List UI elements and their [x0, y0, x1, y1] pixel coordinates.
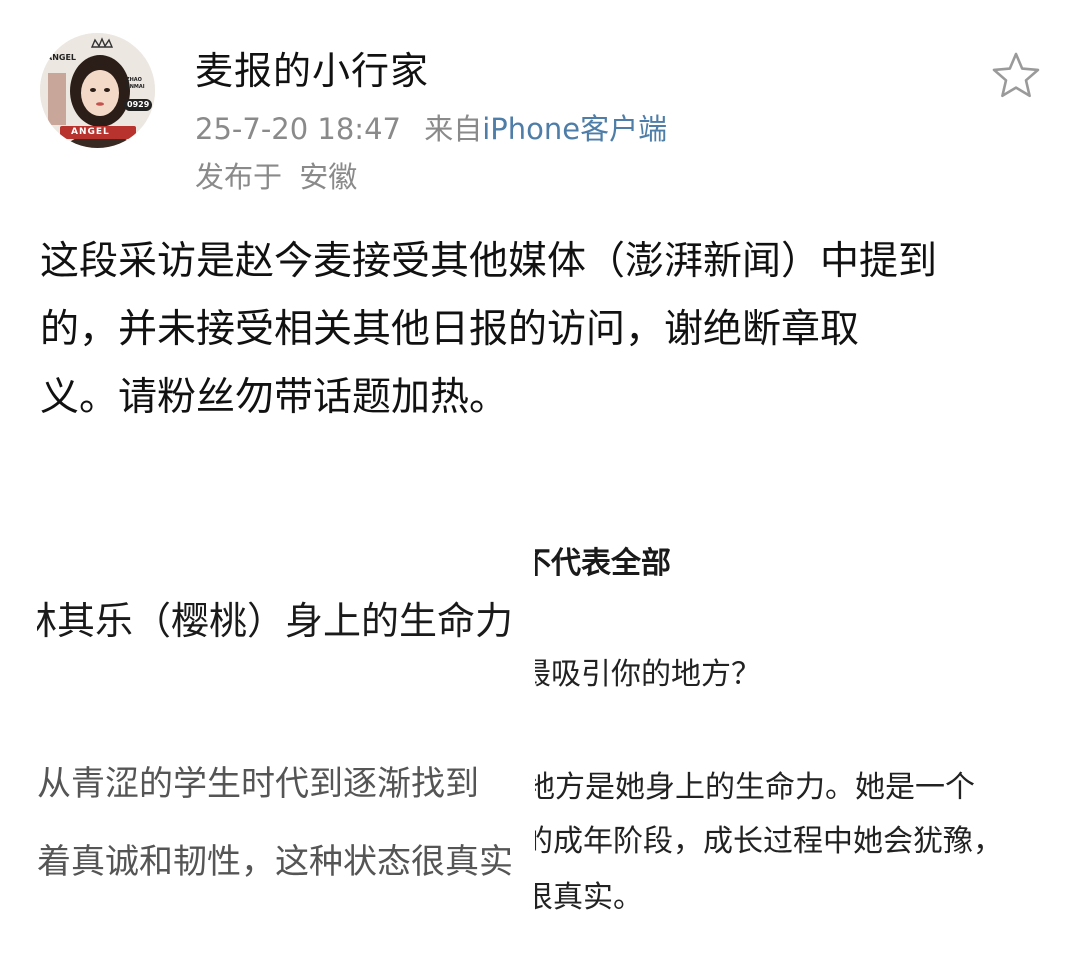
- author-name[interactable]: 麦报的小行家: [195, 46, 429, 96]
- avatar-top-text: ANGEL: [46, 53, 77, 62]
- post-text-line: 这段采访是赵今麦接受其他媒体（澎湃新闻）中提到: [40, 239, 938, 284]
- attached-image[interactable]: 林其乐（樱桃）身上的生命力 从青涩的学生时代到逐渐找到 着真诚和韧性，这种状态很…: [0, 500, 1080, 961]
- post-text-line: 义。请粉丝勿带话题加热。: [40, 375, 509, 420]
- right-text-line: 的成年阶段，成长过程中她会犹豫，: [535, 824, 1003, 859]
- post-text-line: 的，并未接受相关其他日报的访问，谢绝断章取: [40, 307, 860, 352]
- post-timestamp: 25-7-20 18:47: [195, 112, 401, 146]
- screenshot-left: 林其乐（樱桃）身上的生命力 从青涩的学生时代到逐渐找到 着真诚和韧性，这种状态很…: [37, 500, 535, 961]
- location-label: 发布于: [195, 160, 283, 194]
- location-value: 安徽: [299, 160, 358, 194]
- left-text-line: 着真诚和韧性，这种状态很真实: [37, 842, 513, 882]
- right-question: 最吸引你的地方？: [535, 657, 761, 692]
- left-text-line: 从青涩的学生时代到逐渐找到: [37, 764, 479, 804]
- author-avatar[interactable]: ANGEL ANGEL ZHAO JINMAI 0929: [40, 33, 155, 148]
- left-title: 林其乐（樱桃）身上的生命力: [37, 599, 514, 643]
- screenshot-right: 不代表全部 最吸引你的地方？ 地方是她身上的生命力。她是一个 的成年阶段，成长过…: [535, 500, 1045, 961]
- right-text-line: 很真实。: [535, 880, 643, 915]
- avatar-badge-text: ANGEL: [71, 127, 110, 137]
- star-outline-icon: [992, 52, 1040, 98]
- post-text: 这段采访是赵今麦接受其他媒体（澎湃新闻）中提到 的，并未接受相关其他日报的访问，…: [40, 228, 1040, 432]
- post-source-link[interactable]: iPhone客户端: [482, 112, 667, 146]
- right-text-line: 地方是她身上的生命力。她是一个: [535, 770, 975, 805]
- source-prefix: 来自: [424, 112, 483, 146]
- right-heading: 不代表全部: [535, 546, 671, 581]
- avatar-number-badge: 0929: [124, 99, 153, 111]
- post-meta: 25-7-20 18:47 来自iPhone客户端: [195, 109, 667, 149]
- favorite-button[interactable]: [990, 50, 1042, 102]
- post-location: 发布于 安徽: [195, 157, 357, 197]
- avatar-side-text: ZHAO JINMAI: [126, 77, 145, 90]
- weibo-post: ANGEL ANGEL ZHAO JINMAI 0929 麦报的小行家 25-7…: [0, 0, 1080, 961]
